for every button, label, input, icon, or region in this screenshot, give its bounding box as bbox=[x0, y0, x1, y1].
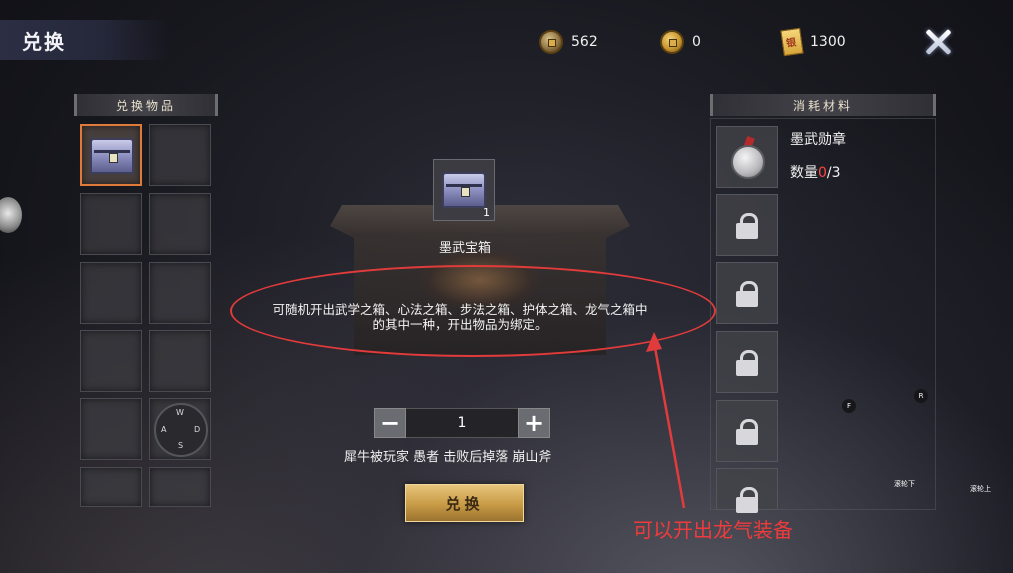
currency-copper: 562 bbox=[539, 30, 598, 54]
material-quantity: 数量0/3 bbox=[790, 162, 841, 182]
treasure-chest-icon bbox=[90, 138, 134, 174]
key-hint-f: F bbox=[842, 399, 856, 413]
grid-slot[interactable] bbox=[149, 467, 211, 507]
material-qty-label: 数量 bbox=[790, 165, 818, 181]
key-hint-scroll-up: 滚轮上 bbox=[970, 485, 991, 493]
left-panel-title: 兑换物品 bbox=[115, 98, 176, 113]
material-qty-have: 0 bbox=[818, 165, 827, 181]
grid-slot[interactable] bbox=[80, 467, 142, 507]
grid-slot[interactable] bbox=[80, 330, 142, 392]
treasure-chest-icon bbox=[442, 172, 486, 208]
item-count: 1 bbox=[483, 206, 490, 219]
copper-coin-icon bbox=[539, 30, 563, 54]
locked-material-slot bbox=[716, 400, 778, 462]
material-name: 墨武勋章 bbox=[790, 132, 846, 148]
grid-slot[interactable] bbox=[149, 193, 211, 255]
key-hint-scroll-down: 滚轮下 bbox=[894, 480, 915, 488]
medal-icon bbox=[729, 135, 767, 179]
grid-slot-selected[interactable] bbox=[80, 124, 142, 186]
grid-slot[interactable] bbox=[149, 262, 211, 324]
drop-info-text: 犀牛被玩家 愚者 击败后掉落 崩山斧 bbox=[344, 450, 552, 465]
quantity-plus-button[interactable]: + bbox=[518, 408, 550, 438]
joystick-down-label: S bbox=[178, 441, 184, 450]
page-title: 兑换 bbox=[22, 30, 66, 54]
gold-coin-icon bbox=[660, 30, 684, 54]
exchange-item-grid: W A S D bbox=[74, 118, 218, 508]
silver-ticket-icon bbox=[780, 27, 804, 57]
side-avatar-icon[interactable] bbox=[0, 197, 22, 233]
grid-slot[interactable] bbox=[80, 193, 142, 255]
locked-material-slot bbox=[716, 468, 778, 513]
currency-silver: 1300 bbox=[780, 27, 846, 57]
annotation-text: 可以开出龙气装备 bbox=[633, 518, 793, 542]
quantity-minus-button[interactable]: − bbox=[374, 408, 406, 438]
grid-slot[interactable] bbox=[149, 124, 211, 186]
lock-icon bbox=[736, 350, 760, 376]
currency-gold: 0 bbox=[660, 30, 701, 54]
left-panel-header: 兑换物品 bbox=[74, 94, 218, 116]
right-panel-header: 消耗材料 bbox=[710, 94, 936, 116]
material-qty-need: /3 bbox=[826, 165, 841, 181]
annotation-arrow bbox=[646, 332, 686, 509]
grid-slot[interactable] bbox=[80, 398, 142, 460]
lock-icon bbox=[736, 487, 760, 513]
joystick-left-label: A bbox=[161, 425, 167, 434]
exchange-button[interactable]: 兑换 bbox=[405, 484, 524, 522]
lock-icon bbox=[736, 213, 760, 239]
material-slot[interactable] bbox=[716, 126, 778, 188]
lock-icon bbox=[736, 281, 760, 307]
currency-copper-value: 562 bbox=[571, 34, 598, 50]
item-name: 墨武宝箱 bbox=[438, 241, 491, 256]
quantity-input[interactable]: 1 bbox=[406, 408, 518, 438]
locked-material-slot bbox=[716, 331, 778, 393]
locked-material-slot bbox=[716, 194, 778, 256]
joystick-up-label: W bbox=[176, 408, 184, 417]
locked-material-slot bbox=[716, 262, 778, 324]
close-icon[interactable] bbox=[920, 24, 956, 60]
grid-slot[interactable] bbox=[149, 330, 211, 392]
currency-gold-value: 0 bbox=[692, 34, 701, 50]
joystick-overlay[interactable]: W A S D bbox=[154, 403, 208, 457]
joystick-right-label: D bbox=[194, 425, 201, 434]
selected-item-icon-box: 1 bbox=[433, 159, 495, 221]
lock-icon bbox=[736, 419, 760, 445]
key-hint-r: R bbox=[914, 389, 928, 403]
grid-slot[interactable]: W A S D bbox=[149, 398, 211, 460]
right-panel-title: 消耗材料 bbox=[792, 98, 853, 113]
grid-slot[interactable] bbox=[80, 262, 142, 324]
currency-silver-value: 1300 bbox=[810, 34, 846, 50]
quantity-stepper: − 1 + bbox=[374, 408, 550, 438]
